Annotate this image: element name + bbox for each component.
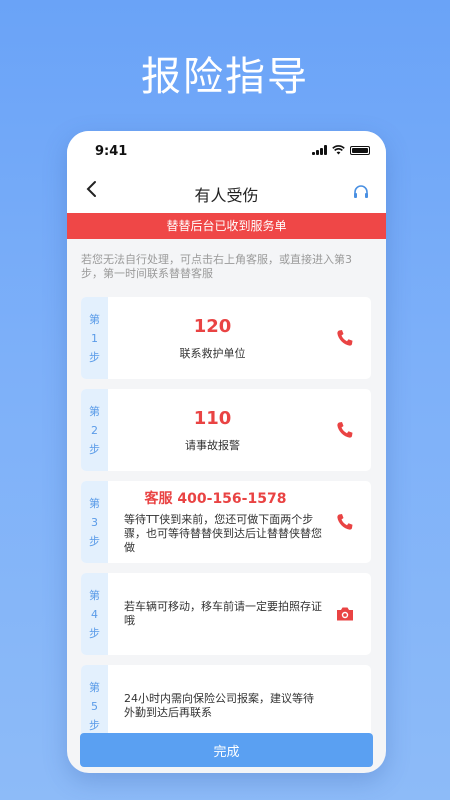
step-content: 110 请事故报警 [108, 389, 317, 471]
nav-bar: 有人受伤 [67, 171, 386, 213]
tip-text: 若您无法自行处理，可点击右上角客服，或直接进入第3步，第一时间联系替替客服 [81, 253, 352, 280]
step-card-4: 第 4 步 若车辆可移动，移车前请一定要拍照存证哦 [81, 573, 371, 655]
step-card-1: 第 1 步 120 联系救护单位 [81, 297, 371, 379]
step-content: 若车辆可移动，移车前请一定要拍照存证哦 [108, 573, 323, 655]
done-button[interactable]: 完成 [80, 733, 373, 767]
phone-icon[interactable] [335, 328, 355, 348]
headset-icon[interactable] [352, 183, 370, 201]
step-tag: 第 2 步 [81, 389, 108, 471]
wifi-icon [332, 145, 345, 155]
step-card-2: 第 2 步 110 请事故报警 [81, 389, 371, 471]
page-headline: 报险指导 [141, 54, 309, 100]
camera-icon[interactable] [335, 604, 355, 624]
phone-icon[interactable] [335, 512, 355, 532]
step-content: 120 联系救护单位 [108, 297, 317, 379]
support-hotline[interactable]: 客服 400-156-1578 [145, 489, 287, 509]
step-content: 客服 400-156-1578 等待TT侠到来前，您还可做下面两个步骤，也可等待… [108, 481, 323, 563]
status-time: 9:41 [95, 144, 128, 159]
step-tag: 第 3 步 [81, 481, 108, 563]
step-desc: 联系救护单位 [179, 347, 246, 360]
step-number: 110 [193, 408, 232, 429]
step-desc: 请事故报警 [185, 439, 240, 452]
phone-frame: 9:41 有人受伤 替替后台已收到服务单 若您无法自行处理，可点击右上角客服，或… [67, 131, 386, 773]
status-banner: 替替后台已收到服务单 [67, 213, 386, 239]
step-desc: 24小时内需向保险公司报案，建议等待外勤到达后再联系 [124, 692, 314, 719]
step-desc: 若车辆可移动，移车前请一定要拍照存证哦 [124, 600, 322, 627]
page-title: 有人受伤 [194, 186, 259, 205]
status-icons [312, 145, 370, 155]
battery-icon [350, 145, 370, 155]
signal-icon [312, 145, 327, 155]
step-desc: 等待TT侠到来前，您还可做下面两个步骤，也可等待替替侠到达后让替替侠替您做 [124, 513, 322, 554]
step-number: 120 [193, 316, 232, 337]
status-bar: 9:41 [67, 131, 386, 171]
phone-icon[interactable] [335, 420, 355, 440]
step-tag: 第 4 步 [81, 573, 108, 655]
step-card-3: 第 3 步 客服 400-156-1578 等待TT侠到来前，您还可做下面两个步… [81, 481, 371, 563]
step-tag: 第 1 步 [81, 297, 108, 379]
